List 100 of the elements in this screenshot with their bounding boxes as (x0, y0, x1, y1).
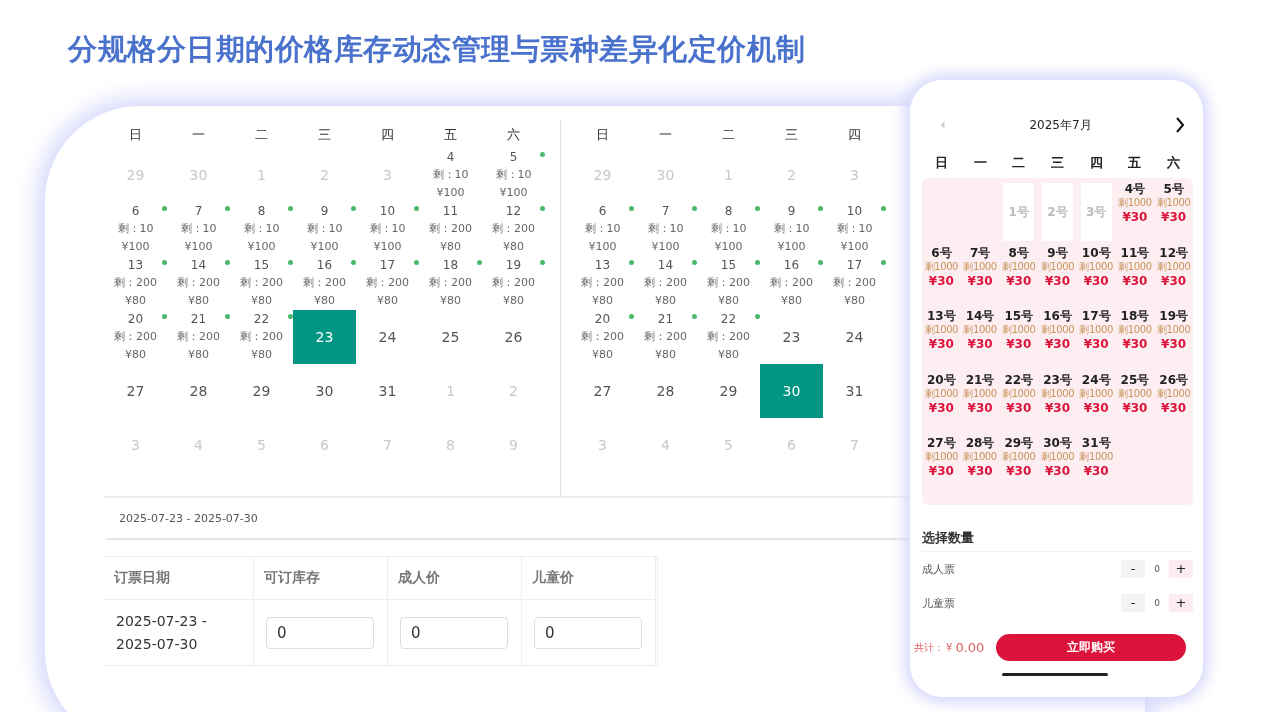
calendar-day[interactable]: 16号 剩1000 ¥30 (1038, 307, 1077, 371)
plus-button[interactable]: + (1169, 560, 1193, 578)
calendar-day[interactable]: 8号 剩1000 ¥30 (999, 243, 1039, 307)
total-label: 共计： (914, 640, 944, 655)
weekday-label: 二 (1011, 154, 1027, 172)
calendar-day[interactable]: 20 剩：200 ¥80 (571, 310, 634, 364)
month-title: 2025年7月 (1029, 116, 1092, 134)
calendar-day[interactable]: 6号 剩1000 ¥30 (922, 243, 961, 307)
calendar-day[interactable]: 18 剩：200 ¥80 (419, 256, 482, 310)
calendar-day[interactable]: 29 (230, 364, 293, 418)
calendar-day[interactable]: 7 剩：10 ¥100 (634, 202, 697, 256)
calendar-day[interactable]: 28号 剩1000 ¥30 (960, 434, 1000, 498)
count-value: 0 (1153, 598, 1161, 608)
child-price-input[interactable]: 0 (534, 616, 642, 649)
calendar-day[interactable]: 29号 剩1000 ¥30 (999, 434, 1039, 498)
calendar-day[interactable]: 17 剩：200 ¥80 (356, 256, 419, 310)
calendar-day[interactable]: 15号 剩1000 ¥30 (999, 307, 1039, 371)
calendar-day[interactable]: 11号 剩1000 ¥30 (1115, 243, 1155, 307)
calendar-day[interactable]: 30 (760, 364, 823, 418)
calendar-day[interactable]: 27 (571, 364, 634, 418)
calendar-day[interactable]: 6 剩：10 ¥100 (104, 202, 167, 256)
calendar-day[interactable]: 18号 剩1000 ¥30 (1115, 307, 1155, 371)
calendar-day[interactable]: 30 (293, 364, 356, 418)
calendar-day[interactable]: 23 (293, 310, 356, 364)
calendar-day[interactable]: 31 (823, 364, 886, 418)
calendar-day[interactable]: 5号 剩1000 ¥30 (1154, 180, 1193, 244)
date-range-text: 2025-07-23 - 2025-07-30 (119, 511, 258, 525)
calendar-day[interactable]: 20号 剩1000 ¥30 (922, 370, 961, 434)
calendar-day[interactable]: 22 剩：200 ¥80 (697, 310, 760, 364)
calendar-day[interactable]: 7号 剩1000 ¥30 (960, 243, 1000, 307)
calendar-day[interactable]: 15 剩：200 ¥80 (230, 256, 293, 310)
calendar-day[interactable]: 10 剩：10 ¥100 (823, 202, 886, 256)
calendar-day[interactable]: 13号 剩1000 ¥30 (922, 307, 961, 371)
calendar-day[interactable]: 9 剩：10 ¥100 (760, 202, 823, 256)
calendar-day[interactable]: 10 剩：10 ¥100 (356, 202, 419, 256)
calendar-day[interactable]: 14号 剩1000 ¥30 (960, 307, 1000, 371)
count-value: 0 (1153, 564, 1161, 574)
weekday-label: 四 (847, 126, 862, 144)
calendar-day[interactable]: 24号 剩1000 ¥30 (1076, 370, 1116, 434)
calendar-day[interactable]: 17号 剩1000 ¥30 (1076, 307, 1116, 371)
calendar-day[interactable]: 26号 剩1000 ¥30 (1154, 370, 1193, 434)
calendar-day[interactable]: 24 (356, 310, 419, 364)
adult-price-input[interactable]: 0 (400, 616, 508, 649)
next-month-icon[interactable] (1175, 117, 1185, 133)
calendar-day[interactable]: 10号 剩1000 ¥30 (1076, 243, 1116, 307)
calendar-day[interactable]: 15 剩：200 ¥80 (697, 256, 760, 310)
calendar-day[interactable]: 19号 剩1000 ¥30 (1154, 307, 1193, 371)
calendar-day[interactable]: 5 剩：10 ¥100 (482, 148, 545, 202)
weekday-label: 六 (1166, 154, 1182, 172)
calendar-day[interactable]: 25 (419, 310, 482, 364)
calendar-day[interactable]: 27 (104, 364, 167, 418)
calendar-day[interactable]: 28 (167, 364, 230, 418)
calendar-day[interactable]: 19 剩：200 ¥80 (482, 256, 545, 310)
column-header: 儿童价 (522, 557, 656, 600)
minus-button[interactable]: - (1121, 594, 1145, 612)
calendar-day[interactable]: 24 (823, 310, 886, 364)
calendar-day[interactable]: 16 剩：200 ¥80 (760, 256, 823, 310)
calendar-day[interactable]: 7 剩：10 ¥100 (167, 202, 230, 256)
calendar-day[interactable]: 4 剩：10 ¥100 (419, 148, 482, 202)
calendar-day[interactable]: 23号 剩1000 ¥30 (1038, 370, 1077, 434)
calendar-day[interactable]: 12 剩：200 ¥80 (482, 202, 545, 256)
calendar-day[interactable]: 31号 剩1000 ¥30 (1076, 434, 1116, 498)
calendar-day[interactable]: 14 剩：200 ¥80 (167, 256, 230, 310)
calendar-day[interactable]: 21 剩：200 ¥80 (634, 310, 697, 364)
weekday-label: 五 (443, 126, 458, 144)
calendar-day[interactable]: 30号 剩1000 ¥30 (1038, 434, 1077, 498)
calendar-day[interactable]: 9 剩：10 ¥100 (293, 202, 356, 256)
calendar-day[interactable]: 12号 剩1000 ¥30 (1154, 243, 1193, 307)
calendar-day[interactable]: 16 剩：200 ¥80 (293, 256, 356, 310)
calendar-day[interactable]: 13 剩：200 ¥80 (104, 256, 167, 310)
calendar-day[interactable]: 28 (634, 364, 697, 418)
calendar-day[interactable]: 29 (697, 364, 760, 418)
calendar-day[interactable]: 27号 剩1000 ¥30 (922, 434, 961, 498)
calendar-day[interactable]: 25号 剩1000 ¥30 (1115, 370, 1155, 434)
calendar-day[interactable]: 22 剩：200 ¥80 (230, 310, 293, 364)
calendar-day[interactable]: 20 剩：200 ¥80 (104, 310, 167, 364)
calendar-day[interactable]: 8 剩：10 ¥100 (230, 202, 293, 256)
calendar-day[interactable]: 26 (482, 310, 545, 364)
calendar-day[interactable]: 17 剩：200 ¥80 (823, 256, 886, 310)
stock-input[interactable]: 0 (266, 616, 374, 649)
calendar-day[interactable]: 21 剩：200 ¥80 (167, 310, 230, 364)
calendar-day[interactable]: 14 剩：200 ¥80 (634, 256, 697, 310)
buy-button[interactable]: 立即购买 (996, 634, 1187, 661)
calendar-day[interactable]: 22号 剩1000 ¥30 (999, 370, 1039, 434)
calendar-day[interactable]: 11 剩：200 ¥80 (419, 202, 482, 256)
section-title: 选择数量 (922, 525, 1193, 552)
calendar-day[interactable]: 4号 剩1000 ¥30 (1115, 180, 1155, 244)
calendar-day[interactable]: 13 剩：200 ¥80 (571, 256, 634, 310)
minus-button[interactable]: - (1121, 560, 1145, 578)
ticket-label: 成人票 (922, 561, 955, 577)
calendar-day[interactable]: 23 (760, 310, 823, 364)
calendar-day[interactable]: 21号 剩1000 ¥30 (960, 370, 1000, 434)
weekday-label: 一 (658, 126, 673, 144)
column-header: 可订库存 (254, 557, 388, 600)
plus-button[interactable]: + (1169, 594, 1193, 612)
calendar-day[interactable]: 31 (356, 364, 419, 418)
weekday-label: 三 (317, 126, 332, 144)
calendar-day[interactable]: 8 剩：10 ¥100 (697, 202, 760, 256)
calendar-day[interactable]: 6 剩：10 ¥100 (571, 202, 634, 256)
calendar-day[interactable]: 9号 剩1000 ¥30 (1038, 243, 1077, 307)
